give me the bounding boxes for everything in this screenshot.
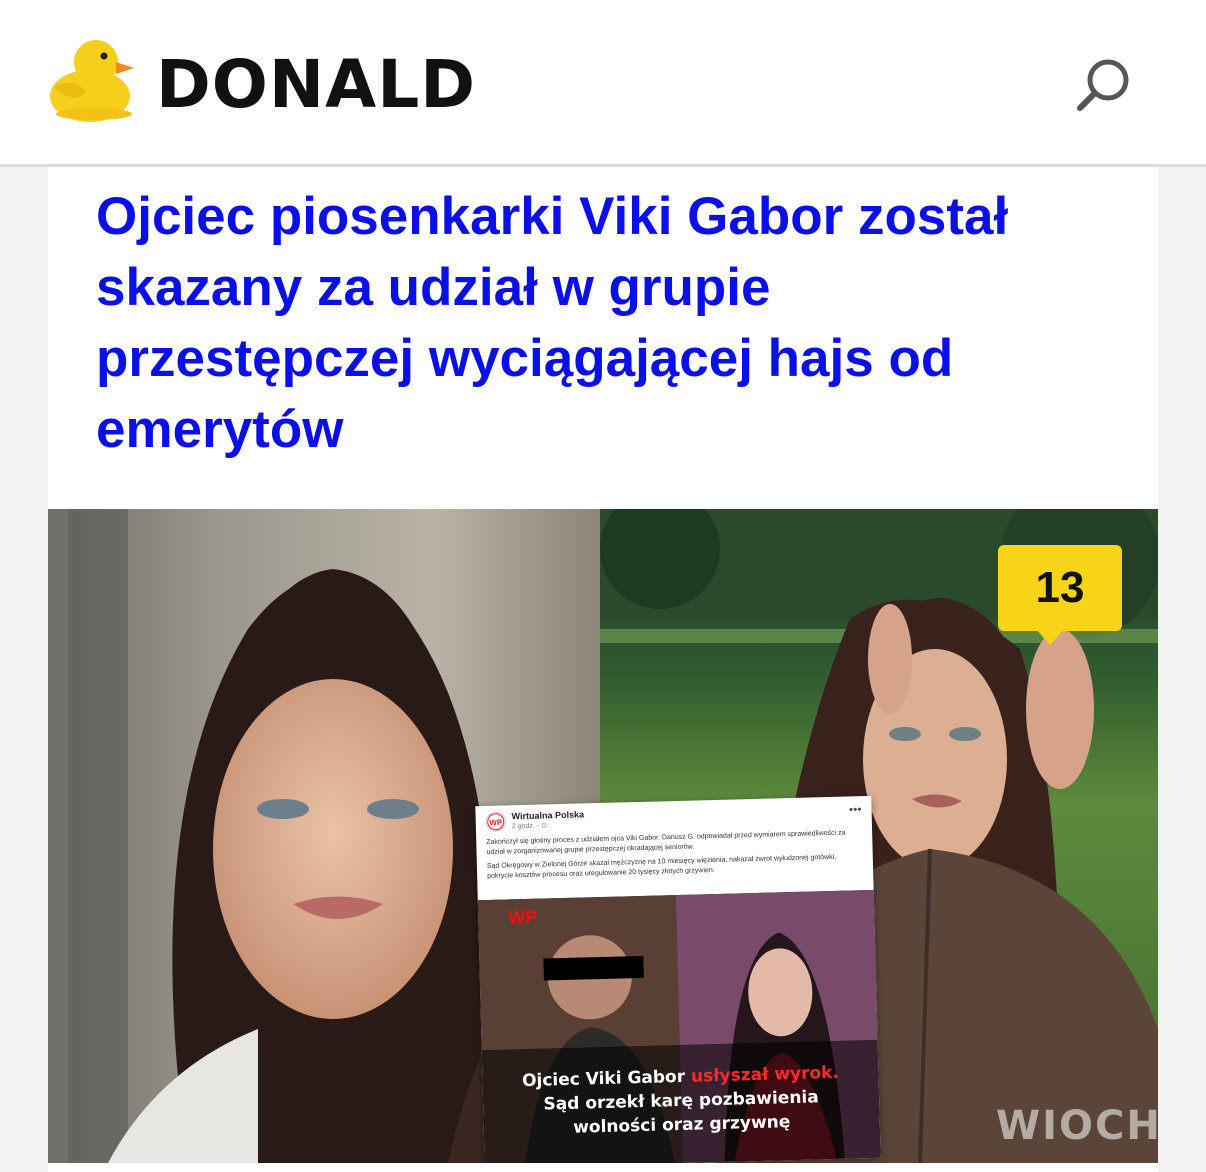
embed-timestamp: 2 godz. · ⊙ xyxy=(511,822,548,831)
site-logo-text[interactable]: DONALD xyxy=(156,46,476,123)
comment-count: 13 xyxy=(1035,563,1085,612)
duck-icon[interactable] xyxy=(46,34,136,124)
more-options-icon: ••• xyxy=(848,802,862,817)
svg-text:WP: WP xyxy=(489,818,503,827)
top-bar: DONALD xyxy=(0,0,1206,167)
embed-caption: Ojciec Viki Gabor usłyszał wyrok. Sąd or… xyxy=(521,1062,840,1138)
embed-media-image: WP Ojciec Viki Gabor usłyszał wyrok. Sąd… xyxy=(477,889,881,1163)
wp-media-logo: WP xyxy=(508,907,538,928)
search-icon[interactable] xyxy=(1074,54,1136,116)
speech-bubble-icon xyxy=(1036,629,1064,645)
watermark-logo: WIOCHA xyxy=(996,1103,1158,1149)
embed-body: Zakończył się głośny proces z udziałem o… xyxy=(486,828,863,886)
embedded-social-post: WP Wirtualna Polska 2 godz. · ⊙ ••• Zako… xyxy=(475,795,881,1163)
embed-source-name: Wirtualna Polska xyxy=(511,809,585,822)
embed-header: WP Wirtualna Polska 2 godz. · ⊙ ••• xyxy=(485,802,862,832)
embed-paragraph: Sąd Okręgowy w Zielonej Górze skazał męż… xyxy=(486,853,837,880)
article-card[interactable]: Ojciec piosenkarki Viki Gabor został ska… xyxy=(48,167,1158,1172)
comment-count-badge[interactable]: 13 xyxy=(998,545,1122,631)
wp-logo-icon: WP xyxy=(485,811,507,832)
article-hero-image[interactable]: 13 WP Wirtualna Polska 2 godz. · ⊙ ••• Z… xyxy=(48,509,1158,1163)
article-headline[interactable]: Ojciec piosenkarki Viki Gabor został ska… xyxy=(96,181,1096,465)
